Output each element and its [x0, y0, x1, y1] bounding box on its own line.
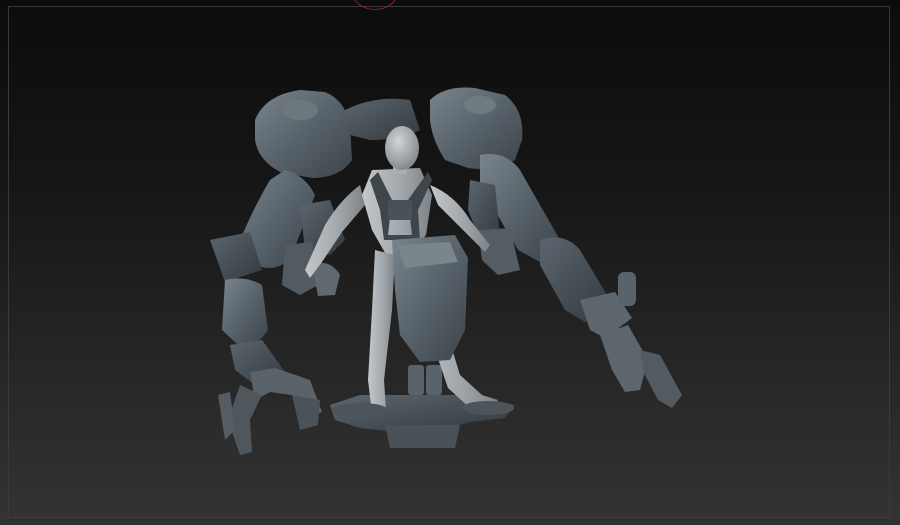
3d-viewport[interactable]	[0, 0, 900, 525]
viewport-bottom-bar	[0, 519, 900, 525]
right-shoulder-pod	[430, 87, 523, 169]
front-armor-plate	[392, 235, 468, 362]
right-mech-arm	[480, 154, 682, 408]
sculpt-model[interactable]	[0, 0, 900, 525]
